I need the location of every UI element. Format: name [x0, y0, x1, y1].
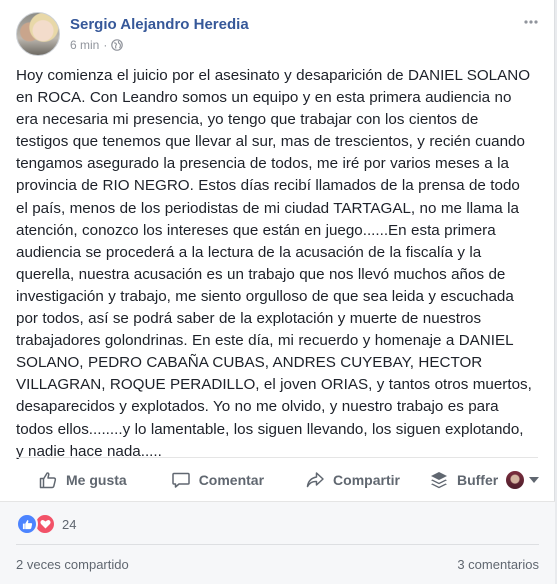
comments-count-link[interactable]: 3 comentarios [457, 557, 539, 572]
footer-divider [16, 544, 539, 545]
author-name[interactable]: Sergio Alejandro Heredia [70, 16, 249, 33]
mini-avatar [506, 471, 525, 489]
post-footer: 24 2 veces compartido 3 comentarios [0, 501, 555, 584]
globe-icon[interactable] [111, 39, 124, 51]
comment-label: Comentar [198, 472, 265, 488]
share-label: Compartir [333, 472, 400, 488]
comment-bubble-icon [171, 472, 190, 488]
buffer-button[interactable]: Buffer [429, 460, 498, 500]
chevron-down-icon [529, 477, 540, 483]
share-arrow-icon [306, 472, 324, 488]
post-actions: Me gusta Comentar Compartir Buffer [16, 460, 541, 500]
post-header: Sergio Alejandro Heredia 6 min · [16, 12, 541, 58]
post-meta: 6 min · [70, 38, 124, 52]
post-timestamp[interactable]: 6 min [70, 38, 99, 52]
reaction-count: 24 [62, 516, 77, 532]
buffer-stack-icon [430, 472, 447, 489]
thumbs-up-icon [39, 472, 57, 489]
reactions-summary[interactable]: 24 [16, 513, 77, 535]
post-card: Sergio Alejandro Heredia 6 min · Hoy com… [0, 0, 555, 584]
audience-selector[interactable] [506, 471, 540, 489]
post-body: Hoy comienza el juicio por el asesinato … [16, 67, 532, 460]
like-button[interactable]: Me gusta [38, 460, 127, 500]
author-avatar[interactable] [16, 12, 60, 56]
share-button[interactable]: Compartir [305, 460, 400, 500]
more-options-icon[interactable] [521, 12, 541, 32]
like-label: Me gusta [66, 472, 127, 488]
shares-count-link[interactable]: 2 veces compartido [16, 557, 129, 572]
actions-divider [16, 457, 538, 458]
comment-button[interactable]: Comentar [171, 460, 264, 500]
like-reaction-icon [16, 513, 38, 535]
buffer-label: Buffer [456, 472, 499, 488]
meta-separator: · [103, 38, 108, 52]
